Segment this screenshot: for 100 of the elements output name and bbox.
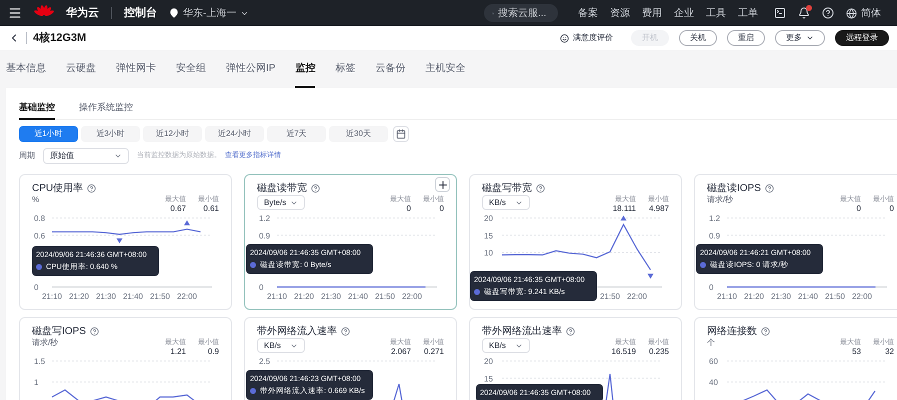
help-icon[interactable] bbox=[90, 326, 99, 336]
axis-tick-label: 21:20 bbox=[294, 292, 314, 301]
unit-select[interactable]: KB/s bbox=[482, 338, 530, 353]
axis-tick-label: 15 bbox=[484, 231, 493, 240]
action-button[interactable]: 远程登录 bbox=[835, 30, 889, 46]
period-select[interactable]: 原始值 bbox=[43, 148, 129, 164]
tab[interactable]: 弹性公网IP bbox=[226, 50, 276, 88]
help-icon[interactable] bbox=[536, 184, 545, 192]
action-button[interactable]: 重启 bbox=[727, 30, 765, 46]
tab[interactable]: 基本信息 bbox=[6, 50, 46, 88]
feedback-link[interactable]: 满意度评价 bbox=[560, 32, 613, 44]
axis-tick-label: 22:00 bbox=[852, 292, 872, 301]
bell-icon[interactable] bbox=[798, 7, 810, 19]
nav-link[interactable]: 工单 bbox=[738, 6, 758, 20]
card-title: 磁盘读带宽 bbox=[257, 182, 307, 194]
axis-tick-label: 10 bbox=[484, 248, 493, 258]
axis-tick-label: 21:20 bbox=[68, 292, 90, 301]
axis-tick-label: 0 bbox=[259, 283, 264, 292]
search-field[interactable]: 搜索云服... bbox=[484, 4, 558, 22]
subtab[interactable]: 基础监控 bbox=[19, 98, 55, 120]
unit-select[interactable]: KB/s bbox=[482, 195, 530, 210]
max-value: 16.519 bbox=[612, 347, 636, 357]
unit-select[interactable]: Byte/s bbox=[257, 195, 305, 210]
help-icon[interactable] bbox=[761, 326, 770, 336]
unit-label: % bbox=[32, 195, 40, 205]
add-button[interactable] bbox=[435, 177, 450, 192]
help-icon[interactable] bbox=[566, 326, 575, 336]
plus-icon bbox=[436, 178, 448, 190]
axis-tick-label: 21:50 bbox=[824, 292, 846, 301]
axis-tick-label: 0 bbox=[34, 283, 38, 292]
unit-select[interactable]: KB/s bbox=[257, 338, 305, 353]
max-value: 0 bbox=[856, 204, 861, 214]
axis-tick-label: 21:10 bbox=[42, 292, 62, 301]
tab[interactable]: 云备份 bbox=[375, 50, 406, 88]
axis-tick-label: 22:00 bbox=[176, 292, 198, 301]
max-value: 53 bbox=[852, 347, 861, 357]
max-value: 0.67 bbox=[170, 204, 186, 214]
axis-tick-label: 21:50 bbox=[150, 292, 170, 301]
tab[interactable]: 弹性网卡 bbox=[116, 50, 156, 88]
chevron-down-icon bbox=[114, 152, 122, 160]
axis-tick-label: 2.5 bbox=[259, 357, 270, 366]
help-icon[interactable] bbox=[87, 184, 96, 192]
region-select[interactable]: 华东-上海一 bbox=[169, 6, 250, 20]
tab[interactable]: 云硬盘 bbox=[66, 50, 96, 88]
range-button[interactable]: 近7天 bbox=[267, 126, 326, 142]
nav-link[interactable]: 备案 bbox=[578, 6, 598, 20]
axis-tick-label: 1.5 bbox=[34, 357, 46, 366]
range-button[interactable]: 近30天 bbox=[329, 126, 388, 142]
min-value: 0.9 bbox=[208, 347, 219, 357]
range-button[interactable]: 近1小时 bbox=[19, 126, 78, 142]
max-value: 18.111 bbox=[612, 204, 636, 214]
range-button[interactable]: 近3小时 bbox=[81, 126, 140, 142]
help-icon[interactable] bbox=[764, 184, 774, 192]
nav-link[interactable]: 费用 bbox=[642, 6, 662, 20]
axis-tick-label: 0.6 bbox=[34, 231, 46, 240]
help-icon[interactable] bbox=[341, 326, 350, 336]
axis-tick-label: 22:00 bbox=[402, 292, 422, 301]
pin-icon bbox=[169, 8, 179, 18]
tab[interactable]: 标签 bbox=[335, 50, 356, 88]
tab[interactable]: 安全组 bbox=[176, 50, 206, 88]
card-title: 网络连接数 bbox=[707, 324, 757, 338]
axis-tick-label: 1 bbox=[34, 378, 38, 387]
tab[interactable]: 主机安全 bbox=[425, 50, 466, 88]
axis-tick-label: 1.2 bbox=[709, 214, 720, 223]
axis-tick-label: 21:30 bbox=[320, 292, 342, 301]
range-button[interactable]: 近24小时 bbox=[205, 126, 264, 142]
axis-tick-label: 21:10 bbox=[266, 292, 288, 301]
axis-tick-label: 22:00 bbox=[626, 292, 648, 301]
axis-tick-label: 21:10 bbox=[716, 292, 738, 301]
action-button[interactable]: 关机 bbox=[679, 30, 717, 46]
axis-tick-label: 40 bbox=[709, 378, 718, 387]
language-link[interactable]: 简体 bbox=[861, 6, 881, 20]
max-value: 1.21 bbox=[170, 347, 186, 357]
menu-icon[interactable] bbox=[8, 6, 22, 20]
help-icon[interactable] bbox=[311, 184, 320, 192]
axis-tick-label: 20 bbox=[484, 214, 493, 223]
action-button[interactable]: 更多 bbox=[775, 30, 825, 46]
calendar-button[interactable] bbox=[393, 126, 409, 142]
nav-link[interactable]: 企业 bbox=[674, 6, 694, 20]
nav-link[interactable]: 资源 bbox=[610, 6, 630, 20]
calendar-icon bbox=[396, 129, 406, 139]
smile-icon bbox=[560, 34, 569, 42]
axis-tick-label: 21:30 bbox=[96, 292, 116, 301]
card-title: 带外网络流入速率 bbox=[257, 324, 337, 338]
max-value: 0 bbox=[406, 204, 411, 214]
range-button[interactable]: 近12小时 bbox=[143, 126, 202, 142]
terminal-icon[interactable] bbox=[774, 7, 786, 19]
axis-tick-label: 21:40 bbox=[348, 292, 368, 301]
unit-label: 请求/秒 bbox=[707, 195, 734, 205]
max-value: 2.067 bbox=[390, 347, 411, 357]
card-title: 磁盘写带宽 bbox=[482, 182, 532, 194]
card-title: 磁盘写IOPS bbox=[32, 324, 86, 338]
nav-link[interactable]: 工具 bbox=[706, 6, 726, 20]
page-title: 4核12G3M bbox=[33, 30, 86, 46]
min-marker-icon bbox=[116, 238, 122, 244]
subtab[interactable]: 操作系统监控 bbox=[79, 98, 133, 120]
globe-icon[interactable] bbox=[846, 8, 857, 18]
console-link[interactable]: 控制台 bbox=[124, 4, 157, 22]
axis-tick-label: 0.8 bbox=[34, 214, 46, 223]
axis-tick-label: 21:20 bbox=[744, 292, 764, 301]
